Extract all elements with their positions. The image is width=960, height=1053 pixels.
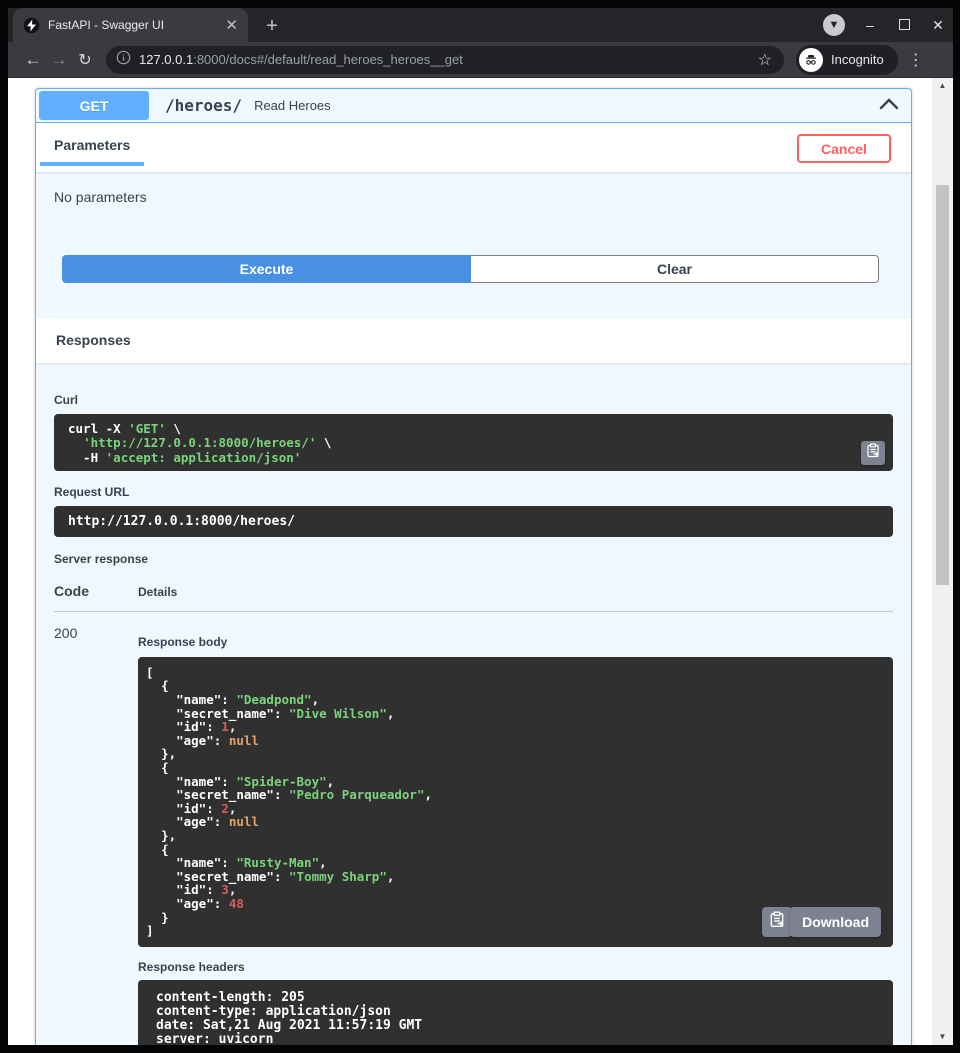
execute-button-group: Execute Clear: [62, 255, 879, 283]
curl-label: Curl: [54, 393, 893, 407]
parameters-body: No parameters Execute Clear: [36, 172, 911, 318]
new-tab-button[interactable]: +: [260, 14, 284, 38]
responses-body: Curl curl -X 'GET' \ 'http://127.0.0.1:8…: [36, 363, 911, 1045]
tab-title: FastAPI - Swagger UI: [48, 18, 217, 32]
incognito-icon: [799, 48, 823, 72]
execute-button[interactable]: Execute: [62, 255, 471, 283]
bookmark-star-button[interactable]: ☆: [758, 50, 772, 70]
scrollbar-thumb[interactable]: [936, 185, 949, 585]
request-url-label: Request URL: [54, 485, 893, 499]
request-url-value: http://127.0.0.1:8000/heroes/: [54, 506, 893, 537]
response-body-block: [ { "name": "Deadpond", "secret_name": "…: [138, 657, 893, 947]
incognito-label: Incognito: [831, 52, 884, 67]
minimize-button[interactable]: –: [861, 17, 879, 33]
browser-tab[interactable]: FastAPI - Swagger UI ✕: [13, 8, 248, 42]
request-url-block: http://127.0.0.1:8000/heroes/: [54, 506, 893, 537]
back-button[interactable]: ←: [20, 50, 46, 70]
browser-toolbar: ← → ↻ 127.0.0.1:8000/docs#/default/read_…: [8, 42, 953, 78]
code-column-header: Code: [54, 583, 138, 599]
response-headers-code: content-length: 205 content-type: applic…: [138, 980, 893, 1045]
tab-close-icon[interactable]: ✕: [225, 18, 238, 33]
browser-window: FastAPI - Swagger UI ✕ + ▼ – ✕ ← → ↻ 127…: [0, 0, 960, 1053]
endpoint-path: /heroes/: [165, 96, 242, 115]
close-window-button[interactable]: ✕: [929, 17, 947, 34]
tab-strip: FastAPI - Swagger UI ✕ + ▼ – ✕: [8, 8, 953, 42]
incognito-badge: Incognito: [796, 45, 898, 75]
no-parameters-text: No parameters: [54, 189, 891, 205]
scroll-up-button[interactable]: ▲: [932, 79, 953, 93]
server-response-label: Server response: [54, 552, 893, 566]
clear-button[interactable]: Clear: [471, 255, 879, 283]
reload-icon: ↻: [78, 52, 91, 69]
plus-icon: +: [266, 15, 278, 38]
copy-curl-button[interactable]: [861, 441, 885, 465]
window-controls: ▼ – ✕: [823, 8, 947, 42]
clipboard-icon: [866, 443, 880, 463]
download-button[interactable]: Download: [790, 907, 881, 937]
response-table-header: Code Details: [54, 573, 893, 612]
url-host: 127.0.0.1: [139, 52, 193, 67]
kebab-menu-icon: ⋮: [908, 52, 924, 69]
cancel-button[interactable]: Cancel: [797, 134, 891, 163]
tab-parameters[interactable]: Parameters: [40, 133, 144, 166]
response-details: Response body [ { "name": "Deadpond", "s…: [138, 625, 893, 1045]
close-icon: ✕: [932, 17, 944, 33]
url-bar[interactable]: 127.0.0.1:8000/docs#/default/read_heroes…: [106, 46, 784, 74]
url-text: 127.0.0.1:8000/docs#/default/read_heroes…: [139, 52, 750, 67]
swagger-page: GET /heroes/ Read Heroes Parameters Canc…: [8, 78, 932, 1045]
status-code: 200: [54, 625, 138, 1045]
endpoint-summary: Read Heroes: [254, 98, 331, 113]
details-column-header: Details: [138, 585, 177, 599]
opblock-get-heroes: GET /heroes/ Read Heroes Parameters Canc…: [35, 88, 912, 1045]
responses-title: Responses: [56, 332, 131, 348]
minimize-icon: –: [866, 17, 874, 33]
browser-menu-button[interactable]: ⋮: [908, 50, 924, 70]
parameters-header: Parameters Cancel: [36, 123, 911, 172]
chevron-up-icon: [879, 97, 899, 115]
curl-command: curl -X 'GET' \ 'http://127.0.0.1:8000/h…: [54, 414, 893, 471]
curl-block: curl -X 'GET' \ 'http://127.0.0.1:8000/h…: [54, 414, 893, 471]
reload-button[interactable]: ↻: [72, 50, 98, 70]
page-scrollbar[interactable]: ▲ ▼: [932, 78, 953, 1045]
triangle-down-icon: ▼: [939, 1032, 947, 1041]
method-badge: GET: [39, 91, 149, 120]
forward-button[interactable]: →: [46, 50, 72, 70]
browser-chrome: FastAPI - Swagger UI ✕ + ▼ – ✕ ← → ↻ 127…: [8, 0, 953, 78]
collapse-button[interactable]: [879, 97, 899, 115]
copy-response-button[interactable]: [762, 907, 792, 937]
profile-chevron-button[interactable]: ▼: [823, 14, 845, 36]
url-path: :8000/docs#/default/read_heroes_heroes__…: [193, 52, 463, 67]
clipboard-icon: [769, 911, 785, 933]
scroll-down-button[interactable]: ▼: [932, 1030, 953, 1044]
fastapi-logo-icon: [23, 17, 40, 34]
maximize-icon: [899, 19, 910, 30]
response-headers-block: content-length: 205 content-type: applic…: [138, 980, 893, 1045]
star-icon: ☆: [758, 52, 772, 69]
back-arrow-icon: ←: [25, 50, 42, 69]
response-body-code: [ { "name": "Deadpond", "secret_name": "…: [138, 657, 893, 947]
response-row: 200 Response body [ { "name": "Deadpond"…: [54, 612, 893, 1045]
forward-arrow-icon: →: [51, 50, 68, 69]
site-info-icon[interactable]: [116, 50, 131, 70]
chevron-down-icon: ▼: [829, 19, 840, 31]
triangle-up-icon: ▲: [939, 81, 947, 90]
opblock-summary[interactable]: GET /heroes/ Read Heroes: [36, 89, 911, 123]
responses-header: Responses: [36, 318, 911, 363]
response-headers-label: Response headers: [138, 960, 893, 974]
response-body-label: Response body: [138, 635, 893, 649]
maximize-button[interactable]: [895, 17, 913, 33]
